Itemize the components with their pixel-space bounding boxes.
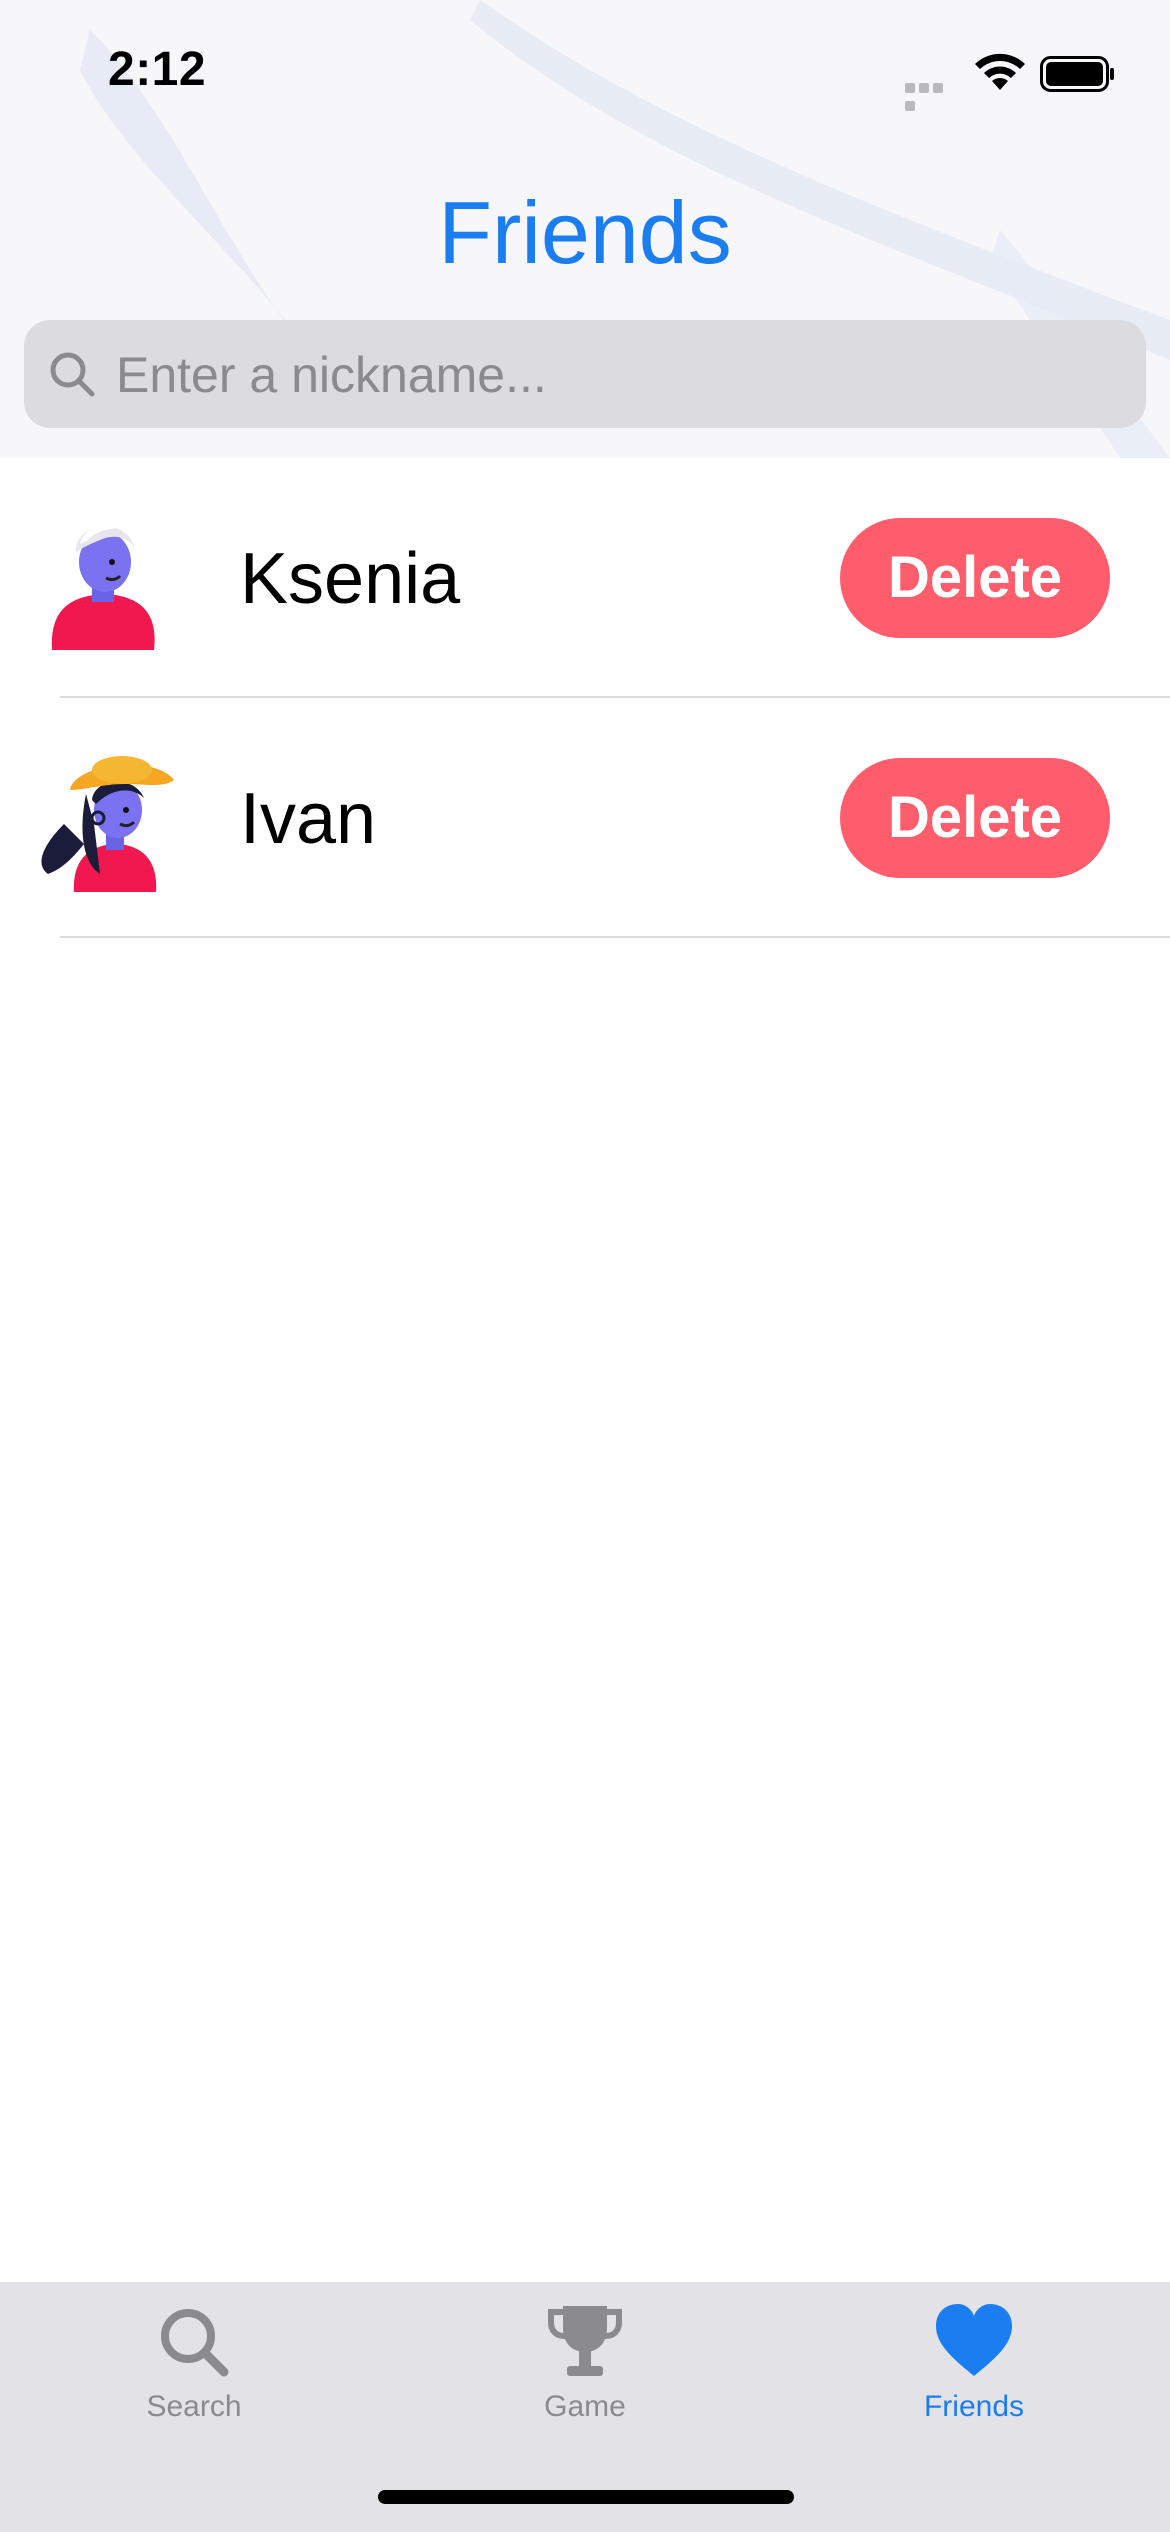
- battery-icon: [1040, 56, 1114, 92]
- search-icon: [50, 352, 95, 397]
- friend-name: Ivan: [240, 779, 377, 859]
- friends-screen: 2:12 Friends Enter a nickname... Ksenia …: [0, 0, 1170, 2532]
- tab-label: Game: [544, 2390, 626, 2423]
- friend-name: Ksenia: [240, 539, 461, 619]
- tab-label: Search: [146, 2390, 242, 2423]
- search-bar[interactable]: [24, 320, 1146, 430]
- row-divider: [60, 936, 1170, 938]
- friend-row: Ivan Delete: [0, 698, 1170, 938]
- tab-game[interactable]: Game: [465, 2302, 705, 2452]
- page-title: Friends: [438, 183, 732, 282]
- tab-friends[interactable]: Friends: [854, 2302, 1094, 2452]
- cellular-signal-icon: [905, 80, 959, 111]
- search-icon: [161, 2309, 229, 2377]
- home-indicator[interactable]: [378, 2490, 794, 2504]
- friends-list: Ksenia Delete Ivan Delete: [0, 458, 1170, 938]
- delete-friend-button[interactable]: Delete: [840, 518, 1110, 638]
- avatar: [51, 525, 155, 650]
- delete-friend-button[interactable]: Delete: [840, 758, 1110, 878]
- tab-search[interactable]: Search: [74, 2302, 314, 2452]
- trophy-icon: [548, 2306, 622, 2376]
- avatar: [41, 756, 174, 892]
- friend-row: Ksenia Delete: [0, 458, 1170, 698]
- status-time: 2:12: [108, 43, 207, 96]
- heart-icon: [936, 2304, 1012, 2376]
- wifi-icon: [975, 53, 1025, 90]
- header: 2:12 Friends: [0, 0, 1170, 458]
- nickname-search-input[interactable]: [114, 320, 1128, 430]
- tab-label: Friends: [923, 2390, 1025, 2423]
